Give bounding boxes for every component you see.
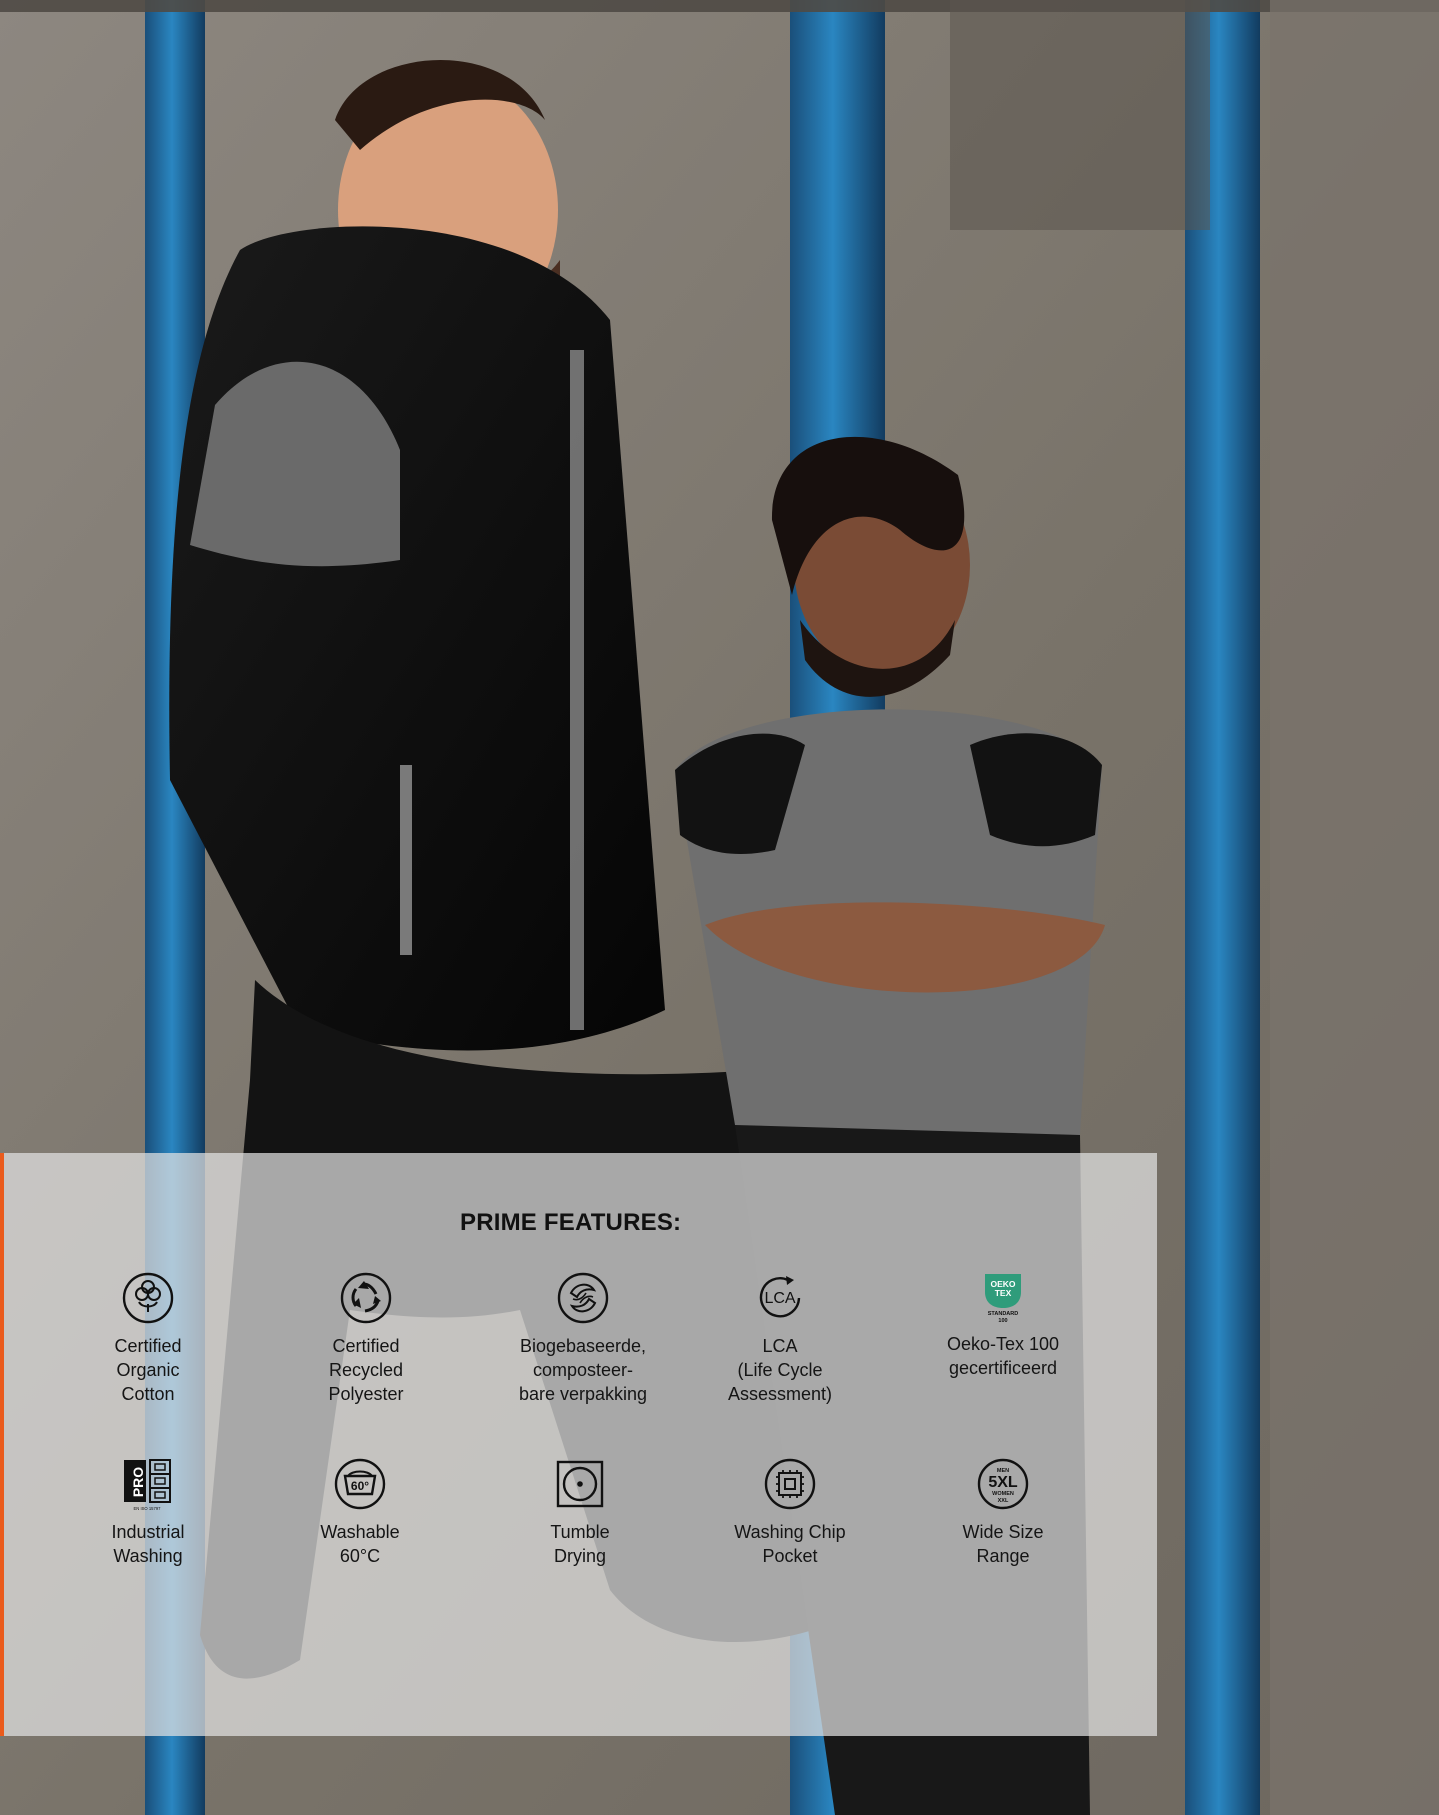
feature-label-lca: LCA (Life Cycle Assessment) — [727, 1336, 833, 1404]
feature-label-washable-60: Washable 60°C — [320, 1522, 400, 1566]
oeko-tex-icon: OEKO TEX STANDARD 100 — [985, 1274, 1021, 1324]
right-polo-right-shoulder — [970, 733, 1102, 847]
right-concrete — [1270, 0, 1439, 1815]
recycled-polyester-icon — [340, 1272, 392, 1324]
oeko-tex-line-3: STANDARD — [988, 1311, 1018, 1317]
tumble-drying-icon — [556, 1460, 604, 1508]
left-jacket-main-zip — [570, 350, 584, 1030]
oeko-tex-line-2: TEX — [995, 1288, 1012, 1298]
wide-size-range-icon: MEN 5XL WOMEN XXL — [977, 1458, 1029, 1510]
features-title: PRIME FEATURES: — [460, 1209, 682, 1236]
size-icon-main: 5XL — [988, 1474, 1018, 1491]
feature-label-recycled-polyester: Certified Recycled Polyester — [328, 1336, 404, 1404]
pro-icon-text: PRO — [130, 1467, 146, 1497]
oeko-tex-line-4: 100 — [998, 1318, 1007, 1324]
biobased-packaging-icon — [557, 1272, 609, 1324]
feature-label-oeko-tex: Oeko-Tex 100 gecertificeerd — [946, 1334, 1060, 1378]
feature-label-tumble-drying: Tumble Drying — [550, 1522, 610, 1566]
pro-icon-standard: EN ISO 15797 — [133, 1506, 161, 1511]
lca-icon: LCA — [759, 1276, 801, 1318]
feature-label-washing-chip-pocket: Washing Chip Pocket — [734, 1522, 846, 1566]
organic-cotton-icon — [122, 1272, 174, 1324]
industrial-washing-icon: PRO EN ISO 15797 — [124, 1459, 171, 1511]
feature-label-industrial-washing: Industrial Washing — [111, 1522, 185, 1566]
washable-temp-text: 60° — [351, 1479, 369, 1493]
size-icon-mid: WOMEN — [992, 1491, 1014, 1497]
background-structure — [950, 0, 1210, 230]
blue-column-right — [1185, 0, 1260, 1815]
washing-chip-pocket-icon — [764, 1458, 816, 1510]
size-icon-bottom: XXL — [998, 1498, 1009, 1504]
feature-label-wide-size-range: Wide Size Range — [962, 1522, 1044, 1566]
feature-label-organic-cotton: Certified Organic Cotton — [114, 1336, 182, 1404]
left-jacket-zipper — [400, 765, 412, 955]
lca-icon-text: LCA — [764, 1290, 795, 1307]
accent-line — [0, 1153, 4, 1736]
features-panel — [0, 1153, 1157, 1736]
top-shadow — [0, 0, 1439, 12]
feature-label-biobased-packaging: Biogebaseerde, composteer- bare verpakki… — [518, 1336, 648, 1404]
catalog-page: PRIME FEATURES: Certified Organic Cotton… — [0, 0, 1439, 1815]
washable-60-icon: 60° — [334, 1458, 386, 1510]
